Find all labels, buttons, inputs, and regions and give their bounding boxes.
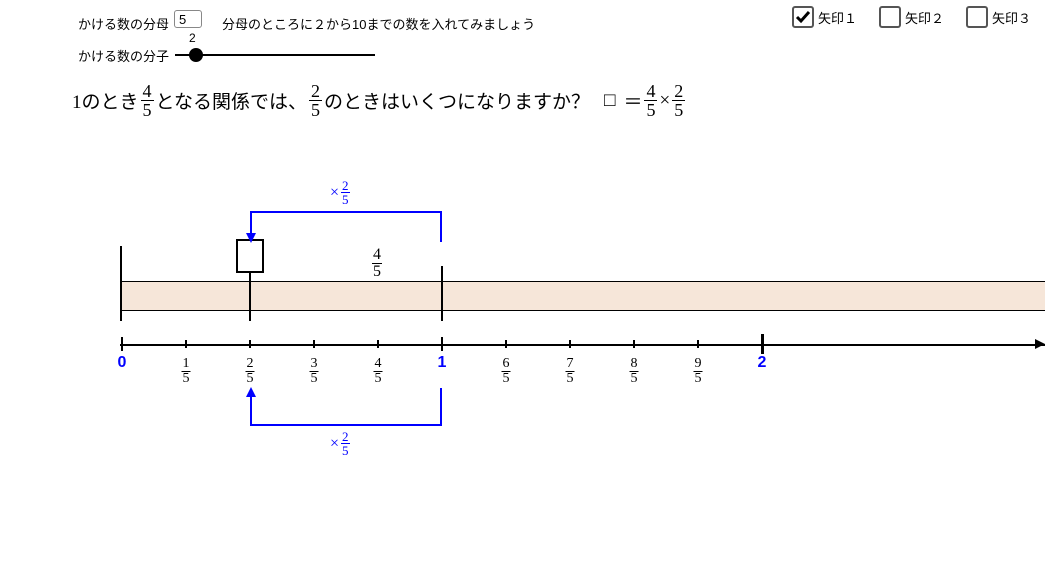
q-fraction-1: 4 5 xyxy=(141,82,154,119)
ticks-layer: 0 1 2 15 25 35 45 65 75 85 95 45 ×25 ×25 xyxy=(0,176,1045,506)
checkbox-arrow2-label: 矢印２ xyxy=(905,8,944,27)
axis-tick-label: 95 xyxy=(694,354,703,386)
diagram: 0 1 2 15 25 35 45 65 75 85 95 45 ×25 ×25 xyxy=(0,176,1045,506)
axis-tick-label: 25 xyxy=(246,354,255,386)
arrow-top-label: ×25 xyxy=(330,179,350,206)
checkbox-arrow3-label: 矢印３ xyxy=(992,8,1031,27)
q-part3: のときはいくつになりますか？ xyxy=(324,87,590,114)
checkbox-arrow1[interactable]: 矢印１ xyxy=(792,6,857,28)
checkbox-arrow2[interactable]: 矢印２ xyxy=(879,6,944,28)
numerator-slider-track[interactable] xyxy=(175,54,375,56)
denominator-input[interactable] xyxy=(174,10,202,28)
axis-tick-label: 15 xyxy=(182,354,191,386)
q-times: × xyxy=(659,90,670,112)
q-eq-frac-a: 4 5 xyxy=(644,82,657,119)
axis-tick-label: 65 xyxy=(502,354,511,386)
arrow-checkboxes: 矢印１ 矢印２ 矢印３ xyxy=(792,6,1031,28)
checkbox-arrow3[interactable]: 矢印３ xyxy=(966,6,1031,28)
q-part2: となる関係では、 xyxy=(156,87,307,114)
q-eq: ＝ xyxy=(623,87,642,114)
checkbox-arrow1-box xyxy=(792,6,814,28)
axis-tick-label: 85 xyxy=(630,354,639,386)
checkbox-arrow1-label: 矢印１ xyxy=(818,8,857,27)
axis-tick-label: 35 xyxy=(310,354,319,386)
unknown-box xyxy=(236,239,264,273)
q-lhs: □ xyxy=(604,90,615,112)
checkbox-arrow2-box xyxy=(879,6,901,28)
checkbox-arrow3-box xyxy=(966,6,988,28)
axis-tick-label: 75 xyxy=(566,354,575,386)
upper-value-label: 45 xyxy=(372,246,382,280)
axis-tick-label: 45 xyxy=(374,354,383,386)
question-text: 1のとき 4 5 となる関係では、 2 5 のときはいくつになりますか？ □ ＝… xyxy=(72,82,685,119)
denominator-label: かける数の分母 xyxy=(78,14,169,33)
q-eq-frac-b: 2 5 xyxy=(672,82,685,119)
q-part1: 1のとき xyxy=(72,87,139,114)
axis-int-label: 2 xyxy=(758,354,767,372)
numerator-label: かける数の分子 xyxy=(78,46,169,65)
instruction-text: 分母のところに２から10までの数を入れてみましょう xyxy=(222,14,535,33)
arrow-bottom-label: ×25 xyxy=(330,430,350,457)
numerator-slider-knob[interactable] xyxy=(189,48,203,62)
axis-int-label: 1 xyxy=(438,354,447,372)
q-fraction-2: 2 5 xyxy=(309,82,322,119)
numerator-value: 2 xyxy=(189,31,196,45)
check-icon xyxy=(795,9,811,25)
axis-int-label: 0 xyxy=(118,354,127,372)
